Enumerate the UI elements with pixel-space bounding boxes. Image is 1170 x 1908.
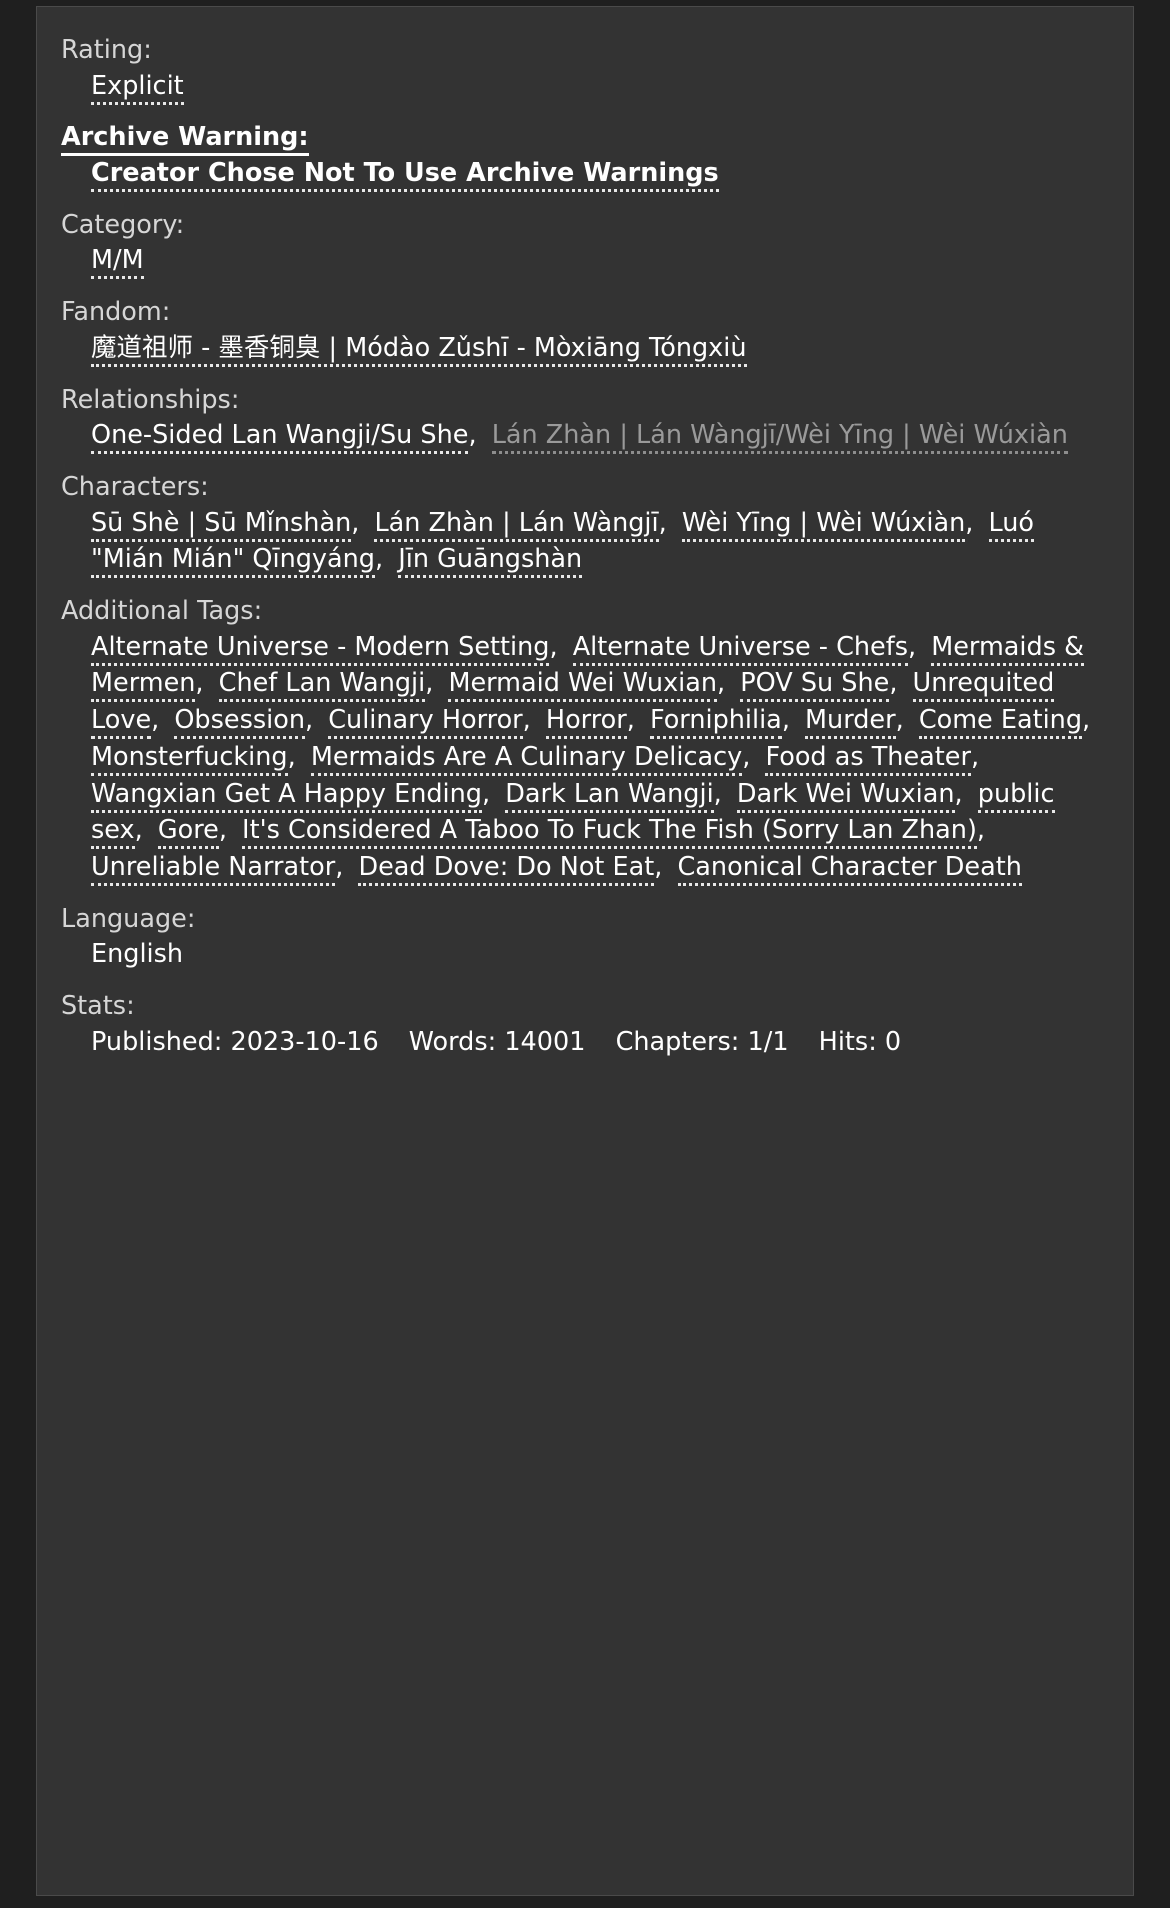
freeform-tag[interactable]: Dark Lan Wangji — [505, 778, 714, 813]
tag-separator: , — [970, 741, 980, 772]
freeform-tag[interactable]: Forniphilia — [649, 705, 782, 740]
stat-name: Words: — [408, 1026, 497, 1057]
additional-tag-values: Alternate Universe - Modern Setting, Alt… — [61, 629, 1109, 887]
tag-separator: , — [375, 544, 384, 575]
stat-hits: Hits: 0 — [819, 1027, 901, 1057]
archive-warning-tag[interactable]: Creator Chose Not To Use Archive Warning… — [91, 158, 719, 193]
tag-separator: , — [965, 507, 974, 538]
archive-warning-label: Archive Warning: — [61, 120, 1109, 157]
tag-separator: , — [1082, 705, 1091, 736]
language-values: English — [61, 936, 1109, 973]
freeform-tag[interactable]: It's Considered A Taboo To Fuck The Fish… — [242, 815, 977, 850]
tag-separator: , — [626, 705, 635, 736]
character-values: Sū Shè | Sū Mǐnshàn, Lán Zhàn | Lán Wàng… — [61, 505, 1109, 579]
tag-separator: , — [425, 668, 434, 699]
stat-published: Published: 2023-10-16 — [91, 1027, 379, 1057]
tag-separator: , — [335, 852, 344, 883]
fandom-tag[interactable]: 魔道祖师 - 墨香铜臭 | Módào Zǔshī - Mòxiāng Tóng… — [91, 332, 747, 367]
relationship-values: One-Sided Lan Wangji/Su She, Lán Zhàn | … — [61, 417, 1109, 455]
relationships-label: Relationships: — [61, 384, 240, 415]
tag-separator: , — [717, 668, 726, 699]
character-tag[interactable]: Lán Zhàn | Lán Wàngjī — [374, 507, 659, 542]
category-tag[interactable]: M/M — [91, 245, 144, 280]
tag-separator: , — [713, 778, 722, 809]
character-tag[interactable]: Jīn Guāngshàn — [398, 544, 583, 579]
tag-separator: , — [351, 507, 360, 538]
category-label: Category: — [61, 209, 185, 240]
character-tag[interactable]: Wèi Yīng | Wèi Wúxiàn — [681, 507, 966, 542]
freeform-tag[interactable]: Monsterfucking — [91, 741, 288, 776]
tag-separator: , — [549, 631, 558, 662]
freeform-tag[interactable]: Wangxian Get A Happy Ending — [91, 778, 482, 813]
stats-label: Stats: — [61, 991, 135, 1022]
characters-label: Characters: — [61, 471, 209, 502]
tag-separator: , — [742, 741, 751, 772]
additional-tags-label: Additional Tags: — [61, 596, 263, 627]
freeform-tag[interactable]: Come Eating — [918, 705, 1083, 740]
freeform-tag[interactable]: Unreliable Narrator — [91, 852, 336, 887]
rating-label: Rating: — [61, 35, 152, 65]
stat-name: Published: — [91, 1026, 223, 1057]
tag-separator: , — [151, 705, 160, 736]
fandom-label: Fandom: — [61, 297, 171, 328]
freeform-tag[interactable]: Dead Dove: Do Not Eat — [358, 852, 655, 887]
freeform-tag[interactable]: Horror — [545, 705, 627, 740]
freeform-tag[interactable]: Mermaid Wei Wuxian — [448, 668, 718, 703]
metadata-list: Rating: Explicit Archive Warning: Creato… — [61, 33, 1109, 1061]
stat-value: 1/1 — [747, 1026, 789, 1057]
tag-separator: , — [195, 668, 204, 699]
freeform-tag[interactable]: Obsession — [174, 705, 306, 740]
freeform-tag[interactable]: Alternate Universe - Chefs — [572, 631, 909, 666]
relationship-tag[interactable]: One-Sided Lan Wangji/Su She — [91, 420, 469, 455]
freeform-tag[interactable]: Food as Theater — [765, 741, 971, 776]
freeform-tag[interactable]: Mermaids Are A Culinary Delicacy — [310, 741, 743, 776]
archive-warning-label-text: Archive Warning: — [61, 122, 309, 157]
tag-separator: , — [781, 705, 790, 736]
tag-separator: , — [889, 668, 898, 699]
tag-separator: , — [954, 778, 963, 809]
tag-separator: , — [895, 705, 904, 736]
tag-separator: , — [976, 815, 985, 846]
language-value: English — [91, 939, 184, 970]
freeform-tag[interactable]: Murder — [805, 705, 896, 740]
character-tag[interactable]: Sū Shè | Sū Mǐnshàn — [91, 507, 352, 542]
tag-separator: , — [287, 741, 296, 772]
stat-value: 2023-10-16 — [230, 1026, 379, 1057]
stat-chapters: Chapters: 1/1 — [616, 1027, 789, 1057]
freeform-tag[interactable]: Alternate Universe - Modern Setting — [91, 631, 550, 666]
tag-separator: , — [218, 815, 227, 846]
tag-separator: , — [654, 852, 663, 883]
stats-line: Published: 2023-10-16 Words: 14001 Chapt… — [91, 1024, 1109, 1061]
work-metadata-panel: Rating: Explicit Archive Warning: Creato… — [36, 6, 1134, 1896]
category-values: M/M — [61, 242, 1109, 280]
stats-values: Published: 2023-10-16 Words: 14001 Chapt… — [61, 1024, 1109, 1061]
stat-name: Chapters: — [615, 1026, 740, 1057]
rating-values: Explicit — [61, 68, 1109, 105]
freeform-tag[interactable]: Gore — [157, 815, 219, 850]
relationship-tag[interactable]: Lán Zhàn | Lán Wàngjī/Wèi Yīng | Wèi Wúx… — [491, 420, 1068, 455]
tag-separator: , — [134, 815, 143, 846]
language-label: Language: — [61, 903, 196, 934]
tag-separator: , — [522, 705, 531, 736]
fandom-values: 魔道祖师 - 墨香铜臭 | Módào Zǔshī - Mòxiāng Tóng… — [61, 330, 1109, 367]
freeform-tag[interactable]: Canonical Character Death — [677, 852, 1022, 887]
tag-separator: , — [658, 507, 667, 538]
freeform-tag[interactable]: Chef Lan Wangji — [218, 668, 426, 703]
tag-separator: , — [468, 420, 477, 451]
tag-separator: , — [305, 705, 314, 736]
freeform-tag[interactable]: Dark Wei Wuxian — [736, 778, 955, 813]
stat-value: 0 — [884, 1026, 902, 1057]
stat-value: 14001 — [504, 1026, 586, 1057]
archive-warning-values: Creator Chose Not To Use Archive Warning… — [61, 155, 1109, 193]
tag-separator: , — [482, 778, 491, 809]
stat-words: Words: 14001 — [409, 1027, 586, 1057]
freeform-tag[interactable]: Culinary Horror — [328, 705, 523, 740]
stat-name: Hits: — [818, 1026, 877, 1057]
freeform-tag[interactable]: POV Su She — [740, 668, 890, 703]
rating-tag[interactable]: Explicit — [91, 70, 184, 105]
tag-separator: , — [908, 631, 917, 662]
